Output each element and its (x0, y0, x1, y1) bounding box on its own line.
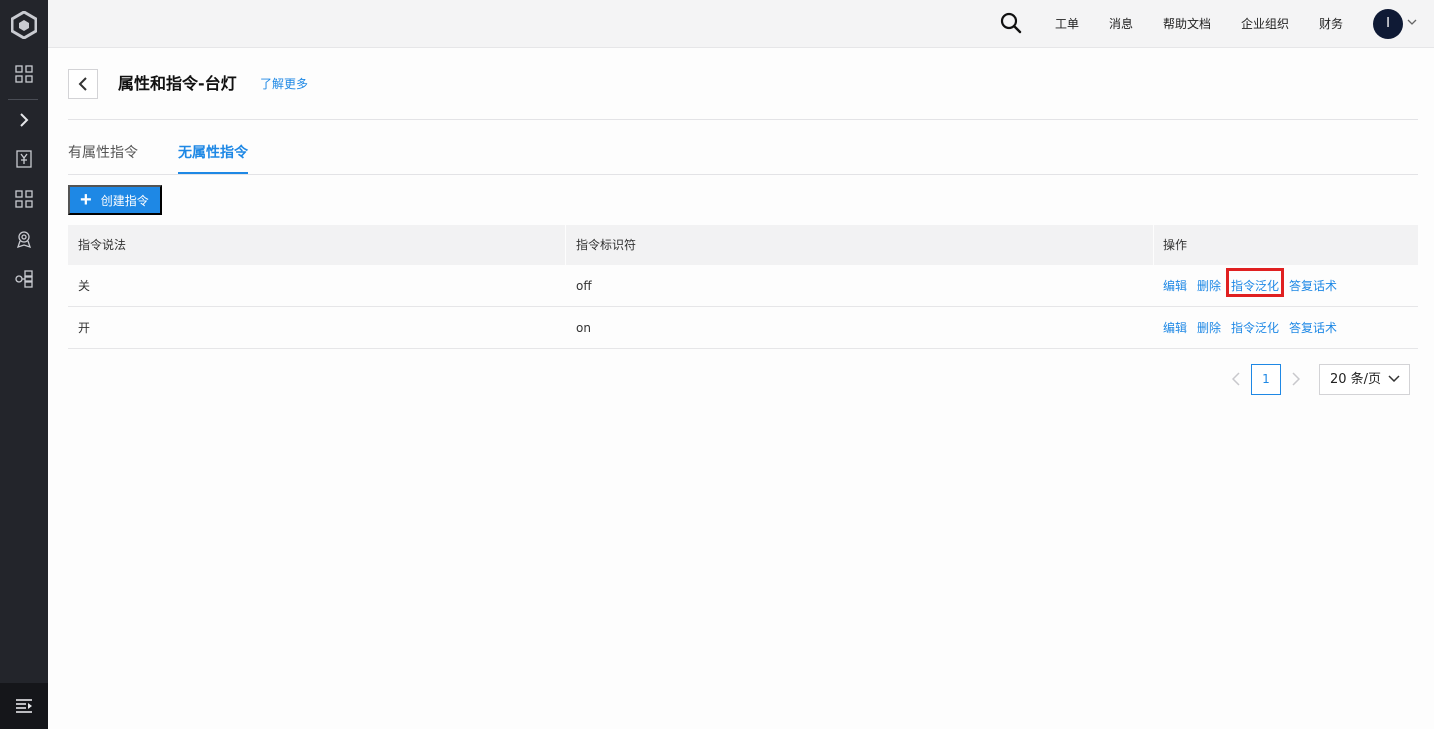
tabs-divider (68, 174, 1418, 175)
cell-phrase: 关 (78, 279, 91, 293)
table-header: 指令说法 指令标识符 操作 (68, 225, 1418, 265)
back-button[interactable] (68, 69, 98, 99)
reply-script-button[interactable]: 答复话术 (1289, 265, 1337, 307)
page-size-label: 20 条/页 (1330, 372, 1382, 387)
page-size-select[interactable]: 20 条/页 (1319, 364, 1410, 395)
edit-button[interactable]: 编辑 (1163, 265, 1187, 307)
delete-button[interactable]: 删除 (1197, 307, 1221, 349)
tab-without-attributes[interactable]: 无属性指令 (178, 144, 248, 162)
avatar[interactable]: I (1373, 9, 1403, 39)
next-page-button[interactable] (1289, 370, 1303, 388)
reply-script-button[interactable]: 答复话术 (1289, 307, 1337, 349)
chevron-left-icon (1232, 372, 1240, 386)
prev-page-button[interactable] (1229, 370, 1243, 388)
topbar-link-organization[interactable]: 企业组织 (1241, 16, 1289, 32)
chevron-left-icon (78, 77, 87, 91)
sidebar-divider (8, 99, 38, 100)
delete-button[interactable]: 删除 (1197, 265, 1221, 307)
chevron-right-icon (1292, 372, 1300, 386)
create-command-label: 创建指令 (100, 193, 149, 208)
column-header-actions: 操作 (1163, 238, 1188, 252)
cell-identifier: on (576, 321, 591, 335)
chevron-right-icon[interactable] (13, 109, 35, 131)
collapse-menu-button[interactable] (0, 683, 48, 729)
highlight-box (1226, 268, 1284, 297)
table-row: 开 on 编辑 删除 指令泛化 答复话术 (68, 307, 1418, 349)
grid-icon[interactable] (13, 63, 35, 85)
logo-icon[interactable] (11, 11, 37, 39)
topbar-link-help-docs[interactable]: 帮助文档 (1163, 16, 1211, 32)
header-divider (68, 119, 1418, 120)
tab-with-attributes[interactable]: 有属性指令 (68, 144, 138, 162)
sidebar (0, 0, 48, 729)
topbar-link-tickets[interactable]: 工单 (1055, 16, 1079, 32)
column-header-identifier: 指令标识符 (576, 238, 637, 252)
page-number-button[interactable]: 1 (1251, 364, 1281, 395)
generalize-command-button[interactable]: 指令泛化 (1231, 307, 1279, 349)
search-icon[interactable] (1000, 12, 1022, 34)
plus-icon: + (80, 189, 92, 211)
topbar: 工单 消息 帮助文档 企业组织 财务 I (48, 0, 1434, 48)
create-command-button[interactable]: + 创建指令 (68, 185, 162, 215)
chevron-down-icon (1388, 375, 1400, 383)
edit-button[interactable]: 编辑 (1163, 307, 1187, 349)
topbar-link-finance[interactable]: 财务 (1319, 16, 1343, 32)
menu-icon (16, 699, 32, 713)
bookmark-icon[interactable] (13, 148, 35, 170)
network-icon[interactable] (13, 268, 35, 290)
page-title: 属性和指令-台灯 (118, 74, 237, 93)
learn-more-link[interactable]: 了解更多 (260, 76, 308, 92)
table-row: 关 off 编辑 删除 指令泛化 答复话术 (68, 265, 1418, 307)
badge-icon[interactable] (13, 228, 35, 250)
topbar-link-messages[interactable]: 消息 (1109, 16, 1133, 32)
cell-phrase: 开 (78, 321, 91, 335)
column-header-phrase: 指令说法 (78, 238, 127, 252)
cell-identifier: off (576, 279, 592, 293)
commands-table: 指令说法 指令标识符 操作 关 off 编辑 删除 指令泛化 答复话术 开 on… (68, 225, 1418, 349)
apps-icon[interactable] (13, 188, 35, 210)
chevron-down-icon[interactable] (1406, 17, 1418, 27)
